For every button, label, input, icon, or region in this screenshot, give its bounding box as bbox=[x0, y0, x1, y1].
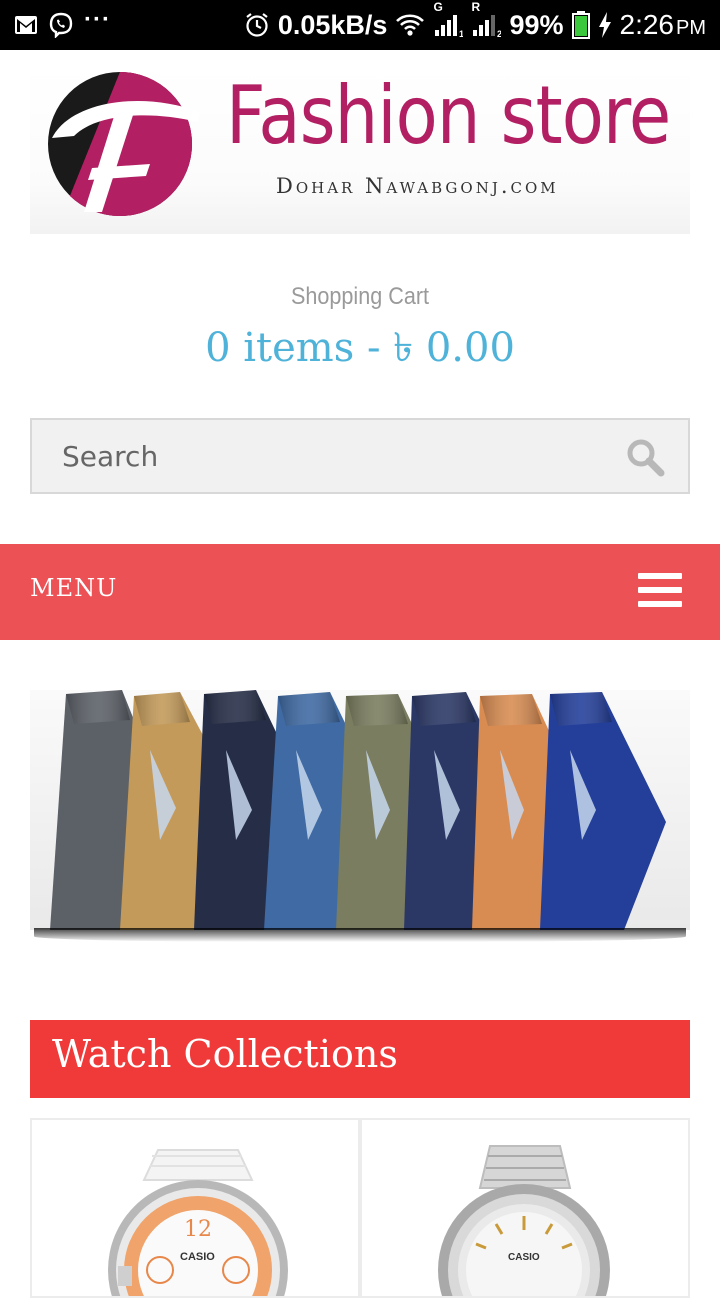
wifi-icon bbox=[395, 13, 425, 37]
sim1-label: G bbox=[433, 0, 443, 14]
alarm-icon bbox=[244, 12, 270, 38]
clock-ampm: PM bbox=[676, 17, 706, 39]
hamburger-menu-button[interactable] bbox=[638, 573, 682, 607]
hamburger-icon bbox=[638, 573, 682, 579]
watch-brand-label: CASIO bbox=[180, 1251, 215, 1263]
logo-subtitle: Dohar Nawabgonj.com bbox=[276, 174, 559, 198]
search-button[interactable] bbox=[624, 436, 666, 478]
battery-percent: 99% bbox=[509, 9, 564, 40]
gmail-icon bbox=[14, 15, 38, 35]
battery-icon bbox=[571, 11, 590, 39]
nav-menu-bar: MENU bbox=[0, 544, 720, 640]
clock-time: 2:26 bbox=[619, 9, 675, 40]
watch-brand-label: CASIO bbox=[508, 1252, 540, 1263]
viber-icon bbox=[48, 12, 74, 38]
svg-text:1: 1 bbox=[459, 29, 463, 38]
menu-label[interactable]: MENU bbox=[30, 574, 117, 602]
watch-image: 12 CASIO bbox=[108, 1149, 288, 1296]
hero-banner-image[interactable] bbox=[30, 690, 690, 930]
product-card-watch-1[interactable]: 12 CASIO bbox=[30, 1118, 360, 1298]
logo-title: Fashion store bbox=[226, 69, 671, 162]
logo-emblem-icon bbox=[48, 72, 200, 217]
charging-icon bbox=[598, 12, 612, 38]
sim2-label: R bbox=[471, 0, 481, 14]
network-speed: 0.05kB/s bbox=[277, 9, 388, 40]
product-card-watch-2[interactable]: CASIO bbox=[360, 1118, 690, 1298]
watch-collections-header: Watch Collections bbox=[30, 1020, 690, 1098]
status-bar: ··· 0.05kB/s G 1 R 2 99% 2:26 PM bbox=[0, 0, 720, 50]
watch-image: CASIO bbox=[438, 1145, 610, 1296]
svg-text:2: 2 bbox=[497, 29, 501, 38]
signal-sim1-icon: G 1 bbox=[433, 0, 463, 38]
search-icon bbox=[627, 439, 665, 477]
search-input[interactable] bbox=[32, 420, 612, 492]
section-title: Watch Collections bbox=[52, 1032, 398, 1076]
overflow-notifications-icon: ··· bbox=[84, 6, 111, 33]
shopping-cart-label: Shopping Cart bbox=[290, 283, 430, 310]
signal-sim2-icon: R 2 bbox=[471, 0, 501, 38]
search-box bbox=[30, 418, 690, 494]
folded-trousers-image bbox=[50, 690, 666, 930]
svg-text:12: 12 bbox=[184, 1217, 212, 1242]
store-logo[interactable]: Fashion store Dohar Nawabgonj.com bbox=[30, 66, 690, 234]
cart-summary-link[interactable]: 0 items - ৳ 0.00 bbox=[0, 316, 720, 383]
banner-shadow bbox=[34, 928, 686, 942]
